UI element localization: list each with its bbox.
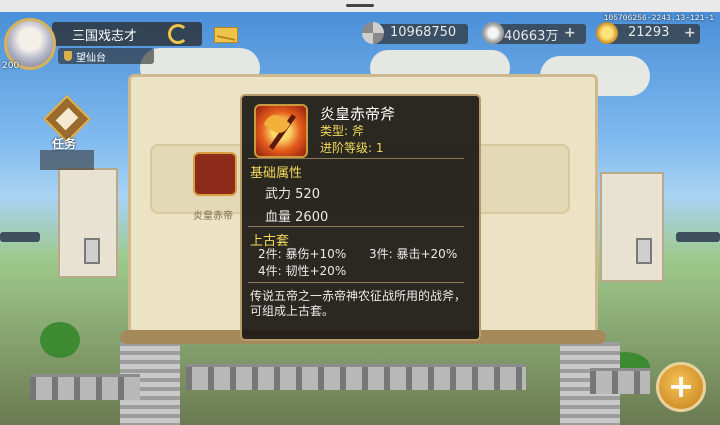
background-item-name: 炎皇赤帝 <box>193 211 233 222</box>
crossed-swords-icon <box>362 22 384 44</box>
task-label[interactable]: 任务 <box>52 135 76 152</box>
wall-right <box>600 172 664 282</box>
player-name: 三国戏志才 <box>72 29 138 44</box>
server-plate <box>58 48 154 64</box>
stat-label: 血量 <box>265 210 292 225</box>
divider <box>248 282 464 283</box>
gold-value: 21293 <box>628 25 670 40</box>
set-bonus: 3件: 暴击+20% <box>369 247 458 261</box>
lantern <box>84 238 100 264</box>
stat-row: 血量 2600 <box>265 206 328 225</box>
mail-icon[interactable] <box>214 27 238 43</box>
roof <box>676 232 720 242</box>
stat-label: 武力 <box>265 187 292 202</box>
item-rank-value: 1 <box>375 141 384 155</box>
item-type-value: 斧 <box>351 124 364 138</box>
add-button[interactable]: + <box>656 362 706 412</box>
stat-value: 2600 <box>295 210 329 225</box>
item-name: 炎皇赤帝斧 <box>320 105 396 123</box>
drag-handle[interactable] <box>346 4 374 7</box>
set-bonus: 2件: 暴伤+10% <box>258 247 347 261</box>
system-status-bar <box>0 0 720 12</box>
gold-ingot-icon <box>596 22 618 44</box>
fence <box>186 364 526 390</box>
item-type-label: 类型: <box>320 124 349 138</box>
fence <box>590 368 650 394</box>
cloud-swirl-icon <box>168 24 188 44</box>
power-value: 10968750 <box>390 25 457 40</box>
lantern <box>636 238 652 264</box>
plus-icon: + <box>667 367 695 405</box>
silver-value: 40663万 <box>504 29 559 44</box>
axe-icon[interactable] <box>193 152 237 196</box>
set-bonus: 4件: 韧性+20% <box>258 264 347 278</box>
bush <box>40 322 80 358</box>
server-name: 望仙台 <box>76 53 106 64</box>
divider <box>248 226 464 227</box>
roof <box>0 232 40 242</box>
item-rank-label: 进阶等级: <box>320 141 373 155</box>
shield-icon <box>64 51 72 61</box>
base-attributes-title: 基础属性 <box>250 166 303 181</box>
fence <box>30 374 140 400</box>
task-tip-panel <box>40 150 94 170</box>
axe-icon <box>254 104 308 158</box>
stat-row: 武力 520 <box>265 183 320 202</box>
item-rank: 进阶等级: 1 <box>320 139 384 156</box>
build-id: 105706256-2243.13-121-1 <box>603 14 714 23</box>
silver-coin-icon <box>482 22 504 44</box>
divider <box>248 158 464 159</box>
add-gold-button[interactable]: + <box>684 25 696 41</box>
add-silver-button[interactable]: + <box>564 25 576 41</box>
item-type: 类型: 斧 <box>320 122 364 139</box>
player-level: 200 <box>2 61 20 71</box>
item-description: 传说五帝之一赤帝神农征战所用的战斧，可组成上古套。 <box>250 289 467 318</box>
stat-value: 520 <box>295 187 320 202</box>
